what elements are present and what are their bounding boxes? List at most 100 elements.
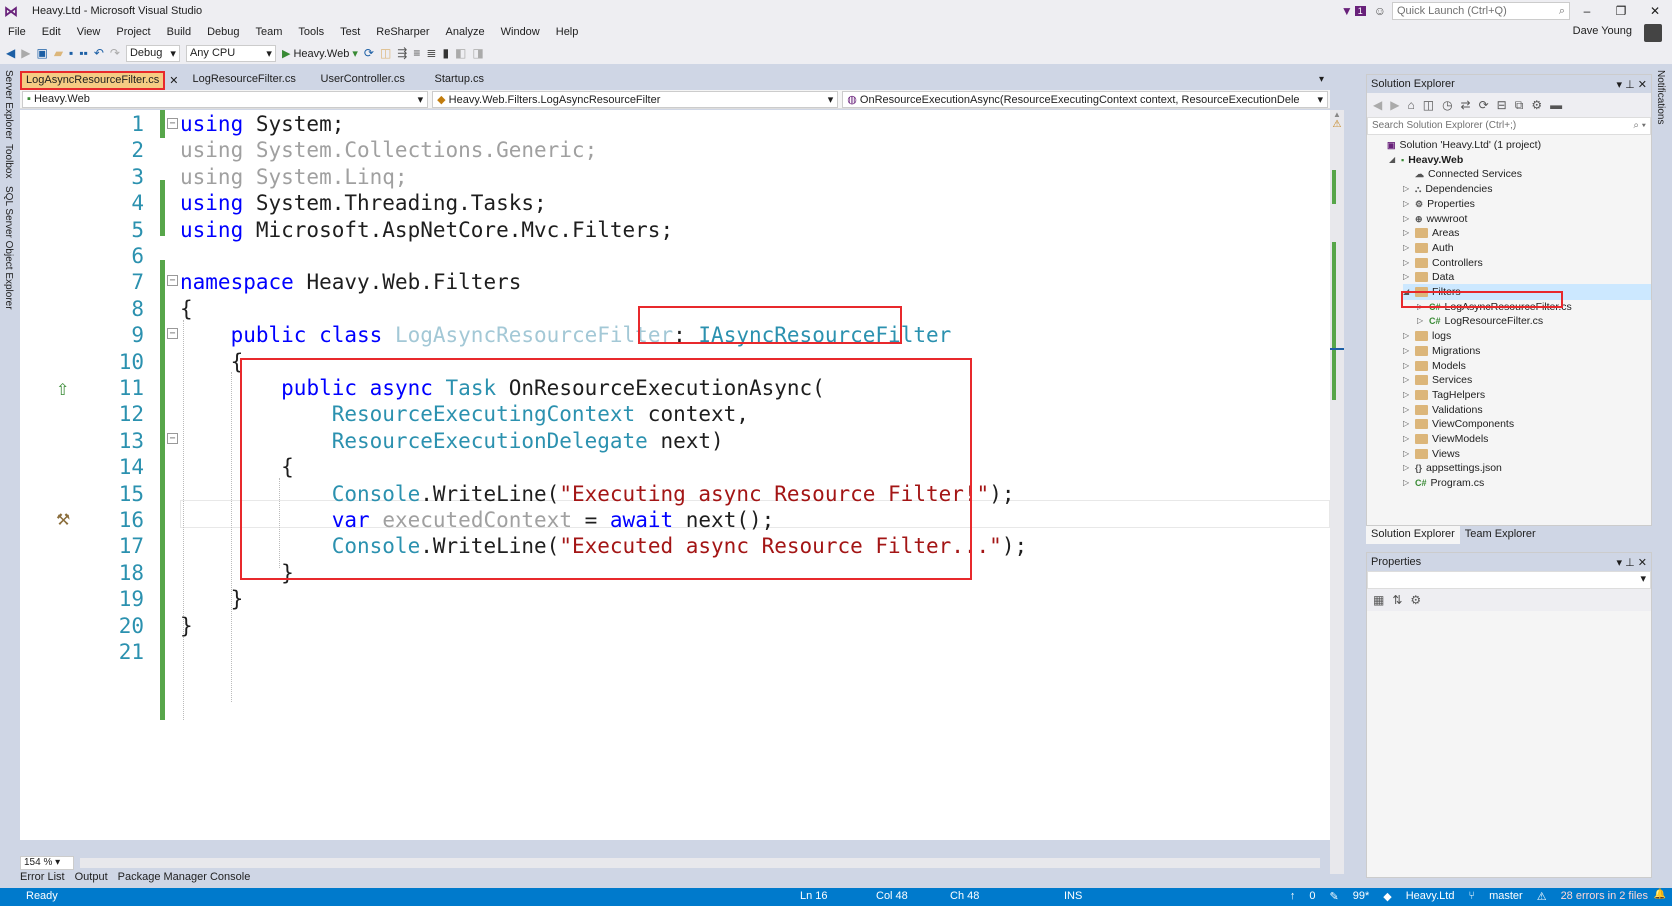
notification-badge[interactable]: 1	[1354, 6, 1366, 16]
expand-arrow-icon[interactable]: ▷	[1403, 431, 1411, 447]
publish-up-arrow-icon[interactable]: ↑	[1290, 890, 1296, 903]
tree-item[interactable]: ▷ C# LogResourceFilter.cs	[1417, 313, 1543, 329]
tree-item[interactable]: ▷ Views	[1403, 446, 1460, 462]
undo-icon[interactable]: ↶	[94, 46, 104, 60]
close-icon[interactable]: ✕	[165, 71, 182, 90]
close-button[interactable]: ✕	[1638, 4, 1672, 18]
tree-item[interactable]: ▷ Areas	[1403, 225, 1459, 241]
alphabetical-icon[interactable]: ⇅	[1392, 593, 1402, 607]
expand-arrow-icon[interactable]: ▷	[1403, 269, 1411, 285]
tree-item[interactable]: ▷ Validations	[1403, 402, 1483, 418]
menu-item-file[interactable]: File	[0, 26, 34, 38]
expand-arrow-icon[interactable]: ▷	[1403, 460, 1411, 476]
tab-team-explorer[interactable]: Team Explorer	[1460, 526, 1541, 544]
send-feedback-icon[interactable]: ☺	[1374, 4, 1386, 18]
uncomment-icon[interactable]: ≣	[426, 46, 436, 60]
show-all-files-icon[interactable]: ⧉	[1515, 98, 1524, 113]
menu-item-debug[interactable]: Debug	[199, 26, 247, 38]
menu-item-help[interactable]: Help	[548, 26, 587, 38]
expand-arrow-icon[interactable]: ▷	[1403, 225, 1411, 241]
refresh-icon[interactable]: ⟳	[364, 46, 374, 60]
tree-item[interactable]: ▷ Models	[1403, 358, 1466, 374]
tab-log-resource-filter[interactable]: LogResourceFilter.cs	[183, 71, 311, 90]
tree-item[interactable]: ☁ Connected Services	[1403, 166, 1522, 182]
forward-icon[interactable]: ▶	[1390, 98, 1399, 112]
bookmark-icon[interactable]: ▮	[442, 46, 449, 60]
expand-arrow-icon[interactable]: ▷	[1403, 343, 1411, 359]
solution-explorer-search-input[interactable]: Search Solution Explorer (Ctrl+;) ⌕ ▾	[1367, 117, 1651, 135]
vertical-scrollbar[interactable]: ▲ ⚠	[1330, 110, 1344, 874]
repo-icon[interactable]: ◆	[1383, 890, 1391, 903]
back-icon[interactable]: ◀	[6, 46, 15, 60]
expand-arrow-icon[interactable]: ▷	[1403, 328, 1411, 344]
expand-arrow-icon[interactable]: ▷	[1403, 475, 1411, 491]
expand-arrow-icon[interactable]: ▷	[1403, 387, 1411, 403]
member-nav-select[interactable]: ◍ OnResourceExecutionAsync(ResourceExecu…	[842, 91, 1328, 108]
notification-bell-icon[interactable]: 🔔	[1654, 889, 1666, 900]
notifications-tab[interactable]: Notifications	[1655, 70, 1666, 124]
redo-icon[interactable]: ↷	[110, 46, 120, 60]
tab-overflow-chevron-down-icon[interactable]: ▾	[1319, 74, 1324, 85]
browser-link-icon[interactable]: ◫	[380, 46, 391, 60]
expand-arrow-icon[interactable]: ▷	[1403, 240, 1411, 256]
expand-arrow-icon[interactable]: ▷	[1403, 446, 1411, 462]
tree-item[interactable]: ▷ Data	[1403, 269, 1454, 285]
tab-output[interactable]: Output	[75, 871, 108, 887]
dropdown-chevron-down-icon[interactable]: ▾	[1617, 79, 1623, 91]
toolbox-tab[interactable]: Toolbox	[3, 144, 14, 178]
tree-item[interactable]: ▷ Migrations	[1403, 343, 1480, 359]
tab-package-manager-console[interactable]: Package Manager Console	[118, 871, 251, 887]
sync-icon[interactable]: ⇄	[1461, 98, 1471, 112]
start-debugging-button[interactable]: ▶ Heavy.Web ▾	[282, 47, 358, 60]
menu-item-resharper[interactable]: ReSharper	[368, 26, 437, 38]
zoom-level-select[interactable]: 154 % ▾	[20, 856, 74, 870]
expand-arrow-icon[interactable]: ▷	[1403, 358, 1411, 374]
menu-item-project[interactable]: Project	[108, 26, 158, 38]
expand-arrow-icon[interactable]: ▷	[1403, 181, 1411, 197]
menu-item-analyze[interactable]: Analyze	[437, 26, 492, 38]
project-nav-select[interactable]: ▪ Heavy.Web ▾	[22, 91, 429, 108]
tree-item[interactable]: ▷ ⚙ Properties	[1403, 196, 1475, 212]
expand-arrow-icon[interactable]: ▷	[1403, 255, 1411, 271]
comment-icon[interactable]: ≡	[413, 46, 420, 60]
tree-item[interactable]: ▣ Solution 'Heavy.Ltd' (1 project)	[1375, 137, 1541, 153]
tree-item[interactable]: ▷ Controllers	[1403, 255, 1483, 271]
tree-item[interactable]: ▷ C# Program.cs	[1403, 475, 1484, 491]
expand-arrow-icon[interactable]: ◢	[1389, 152, 1397, 168]
menu-item-tools[interactable]: Tools	[290, 26, 332, 38]
errors-status-icon[interactable]: ⚠	[1537, 890, 1547, 903]
server-explorer-tab[interactable]: Server Explorer	[3, 70, 14, 139]
property-pages-wrench-icon[interactable]: ⚙	[1410, 593, 1421, 607]
preview-icon[interactable]: ▬	[1550, 98, 1562, 112]
open-file-icon[interactable]: ▰	[54, 46, 63, 60]
scroll-up-icon[interactable]: ▲	[1330, 110, 1344, 119]
properties-wrench-icon[interactable]: ⚙	[1531, 98, 1542, 112]
bookmark-prev-icon[interactable]: ◧	[455, 46, 466, 60]
tree-item[interactable]: ▷ TagHelpers	[1403, 387, 1485, 403]
close-icon[interactable]: ✕	[1638, 79, 1647, 91]
expand-arrow-icon[interactable]: ▷	[1403, 372, 1411, 388]
restore-button[interactable]: ❐	[1604, 4, 1638, 18]
categorized-icon[interactable]: ▦	[1373, 593, 1384, 607]
type-nav-select[interactable]: ◆ Heavy.Web.Filters.LogAsyncResourceFilt…	[432, 91, 839, 108]
expand-arrow-icon[interactable]: ▷	[1403, 196, 1411, 212]
tree-item[interactable]: ▷ Auth	[1403, 240, 1454, 256]
refresh-icon[interactable]: ⟳	[1479, 98, 1489, 112]
tab-startup[interactable]: Startup.cs	[425, 71, 495, 90]
tree-item[interactable]: ▷ ViewModels	[1403, 431, 1488, 447]
new-project-icon[interactable]: ▣	[36, 46, 47, 60]
sql-server-object-explorer-tab[interactable]: SQL Server Object Explorer	[3, 186, 14, 310]
expand-arrow-icon[interactable]: ▷	[1403, 416, 1411, 432]
dropdown-chevron-down-icon[interactable]: ▾	[1617, 557, 1623, 569]
expand-arrow-icon[interactable]: ▷	[1417, 313, 1425, 329]
switch-views-icon[interactable]: ◫	[1423, 98, 1434, 112]
menu-item-edit[interactable]: Edit	[34, 26, 69, 38]
code-editor[interactable]: − − − − ⇧ ⚒ 1 using System; 2 using System.…	[20, 110, 1330, 840]
pencil-icon[interactable]: ✎	[1330, 890, 1339, 903]
tab-user-controller[interactable]: UserController.cs	[311, 71, 425, 90]
menu-item-build[interactable]: Build	[159, 26, 199, 38]
minimize-button[interactable]: –	[1570, 4, 1604, 18]
save-icon[interactable]: ▪	[69, 46, 73, 60]
tab-solution-explorer[interactable]: Solution Explorer	[1366, 526, 1460, 544]
menu-item-test[interactable]: Test	[332, 26, 368, 38]
